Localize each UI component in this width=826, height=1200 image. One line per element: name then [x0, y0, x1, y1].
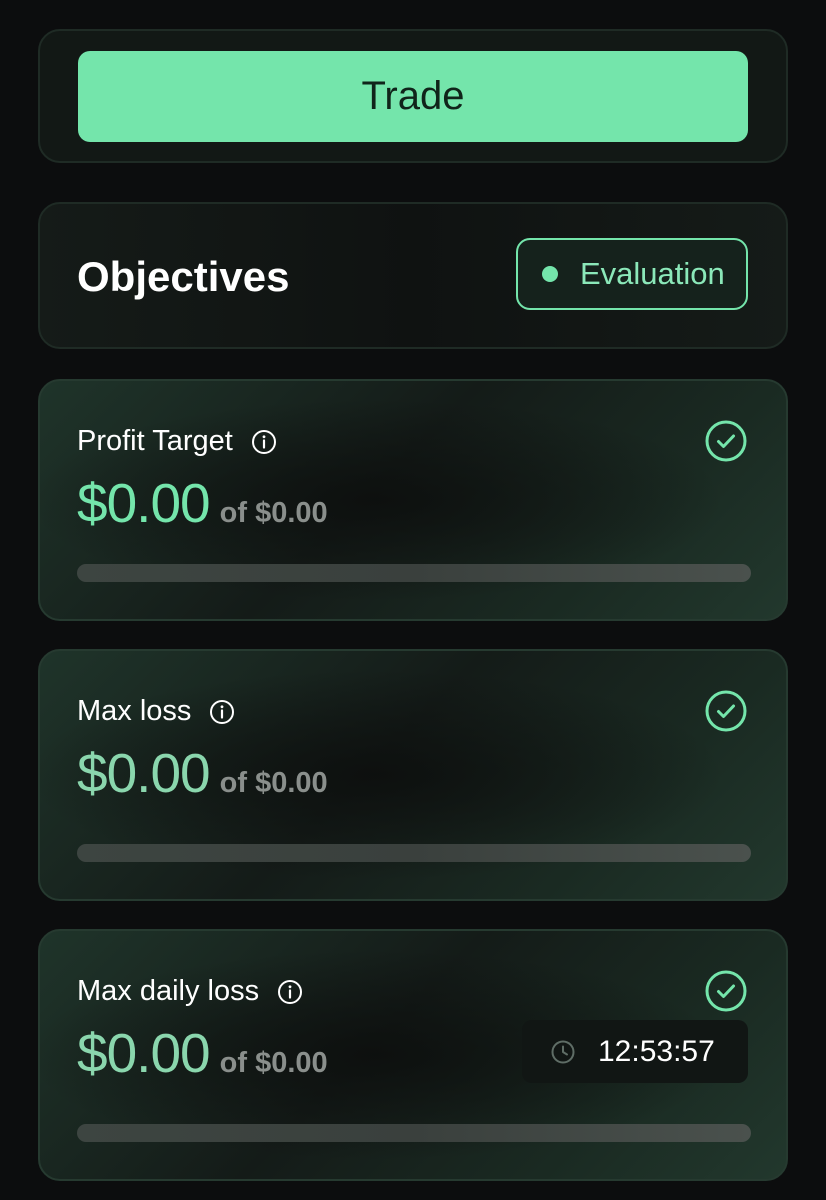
- objective-current-value: $0.00: [77, 742, 211, 804]
- objective-current-value: $0.00: [77, 1022, 211, 1084]
- objective-value-row: $0.00 of $0.00: [77, 471, 328, 535]
- check-circle-icon: [705, 970, 747, 1012]
- status-badge: Evaluation: [516, 238, 748, 310]
- info-icon[interactable]: [209, 699, 235, 725]
- objective-label-row: Profit Target: [77, 425, 277, 458]
- countdown-timer: 12:53:57: [522, 1020, 748, 1083]
- status-badge-label: Evaluation: [580, 256, 725, 291]
- info-icon[interactable]: [277, 979, 303, 1005]
- objectives-title: Objectives: [77, 253, 290, 300]
- trade-card: Trade: [38, 29, 788, 163]
- objective-label: Profit Target: [77, 425, 233, 457]
- objective-label-row: Max loss: [77, 695, 235, 728]
- info-icon[interactable]: [251, 429, 277, 455]
- objective-label: Max daily loss: [77, 975, 260, 1007]
- objective-card-max-daily-loss: Max daily loss $0.00 of $0.00 12:53:57: [38, 929, 788, 1181]
- objective-target-value: of $0.00: [219, 1047, 328, 1079]
- countdown-timer-value: 12:53:57: [598, 1034, 715, 1068]
- objective-target-value: of $0.00: [219, 497, 328, 529]
- objectives-page: Trade Objectives Evaluation Profit Targe…: [0, 0, 826, 1200]
- objective-progress-bar: [77, 1124, 751, 1142]
- trade-button[interactable]: Trade: [78, 51, 748, 142]
- objectives-header-card: Objectives Evaluation: [38, 202, 788, 349]
- objective-value-row: $0.00 of $0.00: [77, 1021, 328, 1085]
- objective-value-row: $0.00 of $0.00: [77, 741, 328, 805]
- objective-current-value: $0.00: [77, 472, 211, 534]
- objective-card-max-loss: Max loss $0.00 of $0.00: [38, 649, 788, 901]
- status-dot-icon: [542, 266, 558, 282]
- objective-label-row: Max daily loss: [77, 975, 303, 1008]
- objective-progress-bar: [77, 844, 751, 862]
- objective-target-value: of $0.00: [219, 767, 328, 799]
- objective-label: Max loss: [77, 695, 192, 727]
- check-circle-icon: [705, 690, 747, 732]
- clock-icon: [551, 1040, 575, 1063]
- objective-progress-bar: [77, 564, 751, 582]
- check-circle-icon: [705, 420, 747, 462]
- objective-card-profit-target: Profit Target $0.00 of $0.00: [38, 379, 788, 621]
